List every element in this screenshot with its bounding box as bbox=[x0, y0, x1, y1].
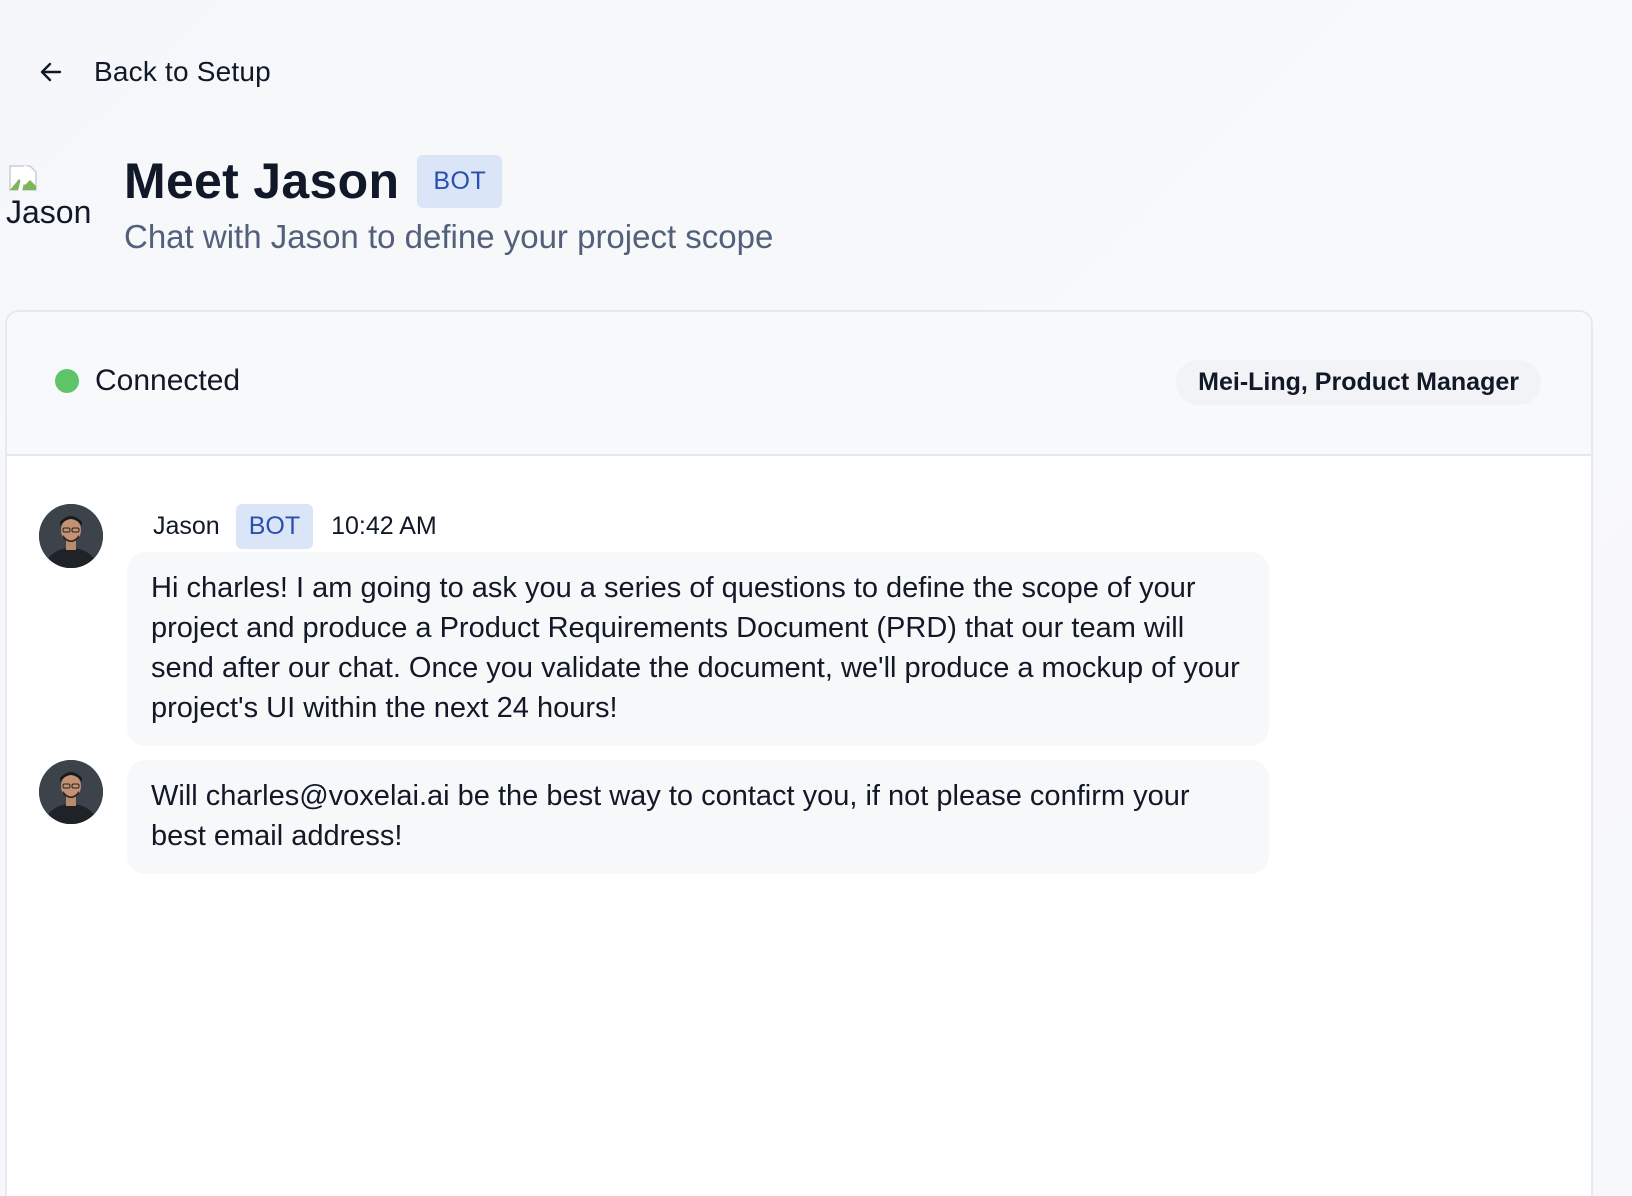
status-dot-icon bbox=[55, 369, 79, 393]
back-to-setup-link[interactable]: Back to Setup bbox=[38, 56, 271, 88]
bot-avatar bbox=[39, 504, 103, 568]
message-meta: Jason BOT 10:42 AM bbox=[153, 504, 437, 549]
chat-panel: Connected Mei-Ling, Product Manager Jaso… bbox=[5, 310, 1593, 1196]
bot-avatar bbox=[39, 760, 103, 824]
message-timestamp: 10:42 AM bbox=[331, 512, 437, 540]
user-role-pill: Mei-Ling, Product Manager bbox=[1176, 360, 1541, 405]
message-bubble: Hi charles! I am going to ask you a seri… bbox=[127, 552, 1269, 746]
status-label: Connected bbox=[95, 364, 241, 397]
message-bot-badge: BOT bbox=[235, 504, 314, 549]
message-bubble: Will charles@voxelai.ai be the best way … bbox=[127, 760, 1269, 874]
avatar-alt-text: Jason bbox=[6, 194, 92, 230]
bot-avatar-image: Jason bbox=[4, 160, 104, 230]
header-title-row: Meet Jason BOT bbox=[124, 152, 503, 210]
back-link-label: Back to Setup bbox=[94, 56, 271, 87]
message-author: Jason bbox=[153, 512, 220, 540]
chat-header: Connected Mei-Ling, Product Manager bbox=[7, 312, 1591, 456]
chat-page: Back to Setup Jason Meet Jason BOT Chat … bbox=[0, 0, 1632, 1196]
connection-status: Connected bbox=[55, 364, 240, 398]
bot-badge: BOT bbox=[417, 154, 503, 208]
page-subtitle: Chat with Jason to define your project s… bbox=[124, 218, 774, 255]
arrow-left-icon bbox=[38, 59, 64, 85]
page-title: Meet Jason bbox=[124, 153, 400, 209]
broken-image-icon bbox=[8, 164, 38, 197]
